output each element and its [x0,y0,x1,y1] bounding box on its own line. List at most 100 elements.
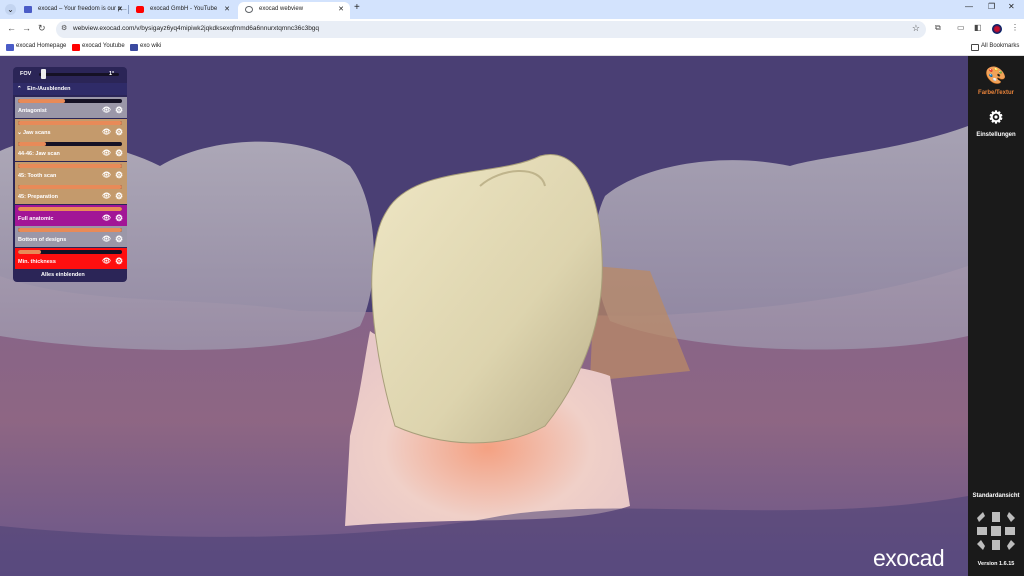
settings-button[interactable]: ⚙ Einstellungen [968,108,1024,138]
layer-row[interactable]: 45: Tooth scan 👁 ⚙ [15,161,127,183]
extensions-icon[interactable]: ⧉ [935,23,941,33]
cast-icon[interactable]: ▭ [957,23,965,32]
bookmarks-bar: exocad Homepage exocad Youtube exo wiki … [0,40,1024,56]
reload-icon[interactable]: ↻ [38,23,46,34]
back-icon[interactable]: ← [7,23,16,33]
opacity-slider-fill [18,99,65,103]
layer-row[interactable]: Full anatomic 👁 ⚙ [15,204,127,226]
exocad-favicon [24,6,32,13]
opacity-slider[interactable] [18,120,122,125]
bookmark-exocad-youtube[interactable]: exocad Youtube [72,43,125,51]
address-bar[interactable]: ⚙ webview.exocad.com/v/bysigayz6yq4mipiw… [56,21,926,38]
eye-icon[interactable]: 👁 [102,235,111,243]
color-texture-label: Farbe/Textur [978,90,1014,96]
bookmark-exocad-homepage[interactable]: exocad Homepage [6,43,66,51]
gear-icon: ⚙ [988,108,1004,127]
close-icon[interactable]: ✕ [338,2,344,17]
tab-exocad-home[interactable]: exocad – Your freedom is our p… ✕ [17,2,129,19]
layer-name: 44-46: Jaw scan [18,151,60,157]
menu-icon[interactable]: ⋮ [1011,23,1019,32]
layer-settings-icon[interactable]: ⚙ [115,127,123,138]
layer-settings-icon[interactable]: ⚙ [115,148,123,159]
opacity-slider-fill [18,120,122,125]
palette-icon: 🎨 [985,66,1007,85]
forward-icon[interactable]: → [22,23,31,33]
tab-title: exocad GmbH - YouTube [150,6,218,12]
fov-slider-thumb[interactable] [41,69,46,79]
all-bookmarks-button[interactable]: All Bookmarks [971,43,1019,51]
opacity-slider[interactable] [18,99,122,103]
opacity-slider-fill [18,228,122,232]
eye-icon[interactable]: 👁 [102,149,111,157]
layer-name: Bottom of designs [18,237,67,243]
url-text[interactable]: webview.exocad.com/v/bysigayz6yq4mipiwk2… [73,25,319,32]
window-close-icon[interactable]: ✕ [1008,2,1015,11]
fov-value: 1° [109,71,115,77]
exocad-logo: exocad [873,545,945,571]
tool-side-panel: 🎨 Farbe/Textur ⚙ Einstellungen Standarda… [968,56,1024,576]
eye-icon[interactable]: 👁 [102,214,111,222]
youtube-favicon [136,6,144,13]
layer-row[interactable]: Bottom of designs 👁 ⚙ [15,226,127,247]
fov-label: FOV [20,71,32,77]
tab-search-button[interactable]: ⌄ [5,4,16,15]
layer-settings-icon[interactable]: ⚙ [115,256,123,267]
bookmark-exo-wiki[interactable]: exo wiki [130,43,162,51]
show-all-button[interactable]: Alles einblenden [41,272,85,278]
layer-settings-icon[interactable]: ⚙ [115,105,123,116]
minimize-icon[interactable]: — [965,2,973,11]
side-panel-icon[interactable]: ◧ [974,23,982,32]
site-info-icon[interactable]: ⚙ [61,24,67,32]
opacity-slider[interactable] [18,185,122,189]
section-title: Ein-/Ausblenden [27,86,71,92]
maximize-icon[interactable]: ❐ [988,2,995,11]
eye-icon[interactable]: 👁 [102,171,111,179]
dental-scene [0,126,968,576]
folder-icon [971,44,979,51]
new-tab-button[interactable]: + [354,2,360,13]
layer-settings-icon[interactable]: ⚙ [115,213,123,224]
tab-youtube[interactable]: exocad GmbH - YouTube ✕ [129,2,236,19]
opacity-slider-fill [18,206,122,211]
layer-row[interactable]: Min. thickness 👁 ⚙ [15,247,127,269]
opacity-slider[interactable] [18,163,122,168]
close-icon[interactable]: ✕ [224,2,230,17]
close-icon[interactable]: ✕ [117,2,123,17]
browser-toolbar: ← → ↻ ⚙ webview.exocad.com/v/bysigayz6yq… [0,19,1024,40]
eye-icon[interactable]: 👁 [102,128,111,136]
opacity-slider[interactable] [18,206,122,211]
opacity-slider[interactable] [18,142,122,146]
layer-settings-icon[interactable]: ⚙ [115,234,123,245]
color-texture-button[interactable]: 🎨 Farbe/Textur [968,66,1024,96]
bookmark-star-icon[interactable]: ☆ [912,23,920,34]
fov-slider[interactable] [39,73,119,76]
opacity-slider[interactable] [18,228,122,232]
profile-avatar[interactable] [992,24,1002,34]
tab-exocad-webview[interactable]: exocad webview ✕ [238,2,350,19]
bookmark-label: exo wiki [140,43,162,49]
opacity-slider-fill [18,142,47,146]
layer-settings-icon[interactable]: ⚙ [115,191,123,202]
settings-label: Einstellungen [976,132,1016,138]
eye-icon[interactable]: 👁 [102,192,111,200]
layer-row[interactable]: 44-46: Jaw scan 👁 ⚙ [15,140,127,161]
layer-row[interactable]: Antagonist 👁 ⚙ [15,97,127,118]
layer-name: 45: Preparation [18,194,59,200]
view-cube-icon[interactable] [973,508,1019,554]
layer-row[interactable]: 45: Preparation 👁 ⚙ [15,183,127,204]
globe-favicon [245,6,253,13]
tab-strip: ⌄ exocad – Your freedom is our p… ✕ exoc… [0,0,1024,19]
eye-icon[interactable]: 👁 [102,257,111,265]
layer-row[interactable]: ⌄ Jaw scans 👁 ⚙ [15,118,127,140]
show-hide-header[interactable]: ⌃ Ein-/Ausblenden [13,83,127,95]
chevron-up-icon: ⌃ [17,86,22,92]
exocad-favicon [6,44,14,51]
3d-viewport[interactable] [0,56,968,576]
layer-settings-icon[interactable]: ⚙ [115,170,123,181]
chevron-icon[interactable]: ⌄ [17,129,22,136]
opacity-slider-fill [18,249,41,254]
browser-window: ⌄ exocad – Your freedom is our p… ✕ exoc… [0,0,1024,576]
opacity-slider[interactable] [18,249,122,254]
eye-icon[interactable]: 👁 [102,106,111,114]
fov-control: FOV 1° [13,67,127,81]
